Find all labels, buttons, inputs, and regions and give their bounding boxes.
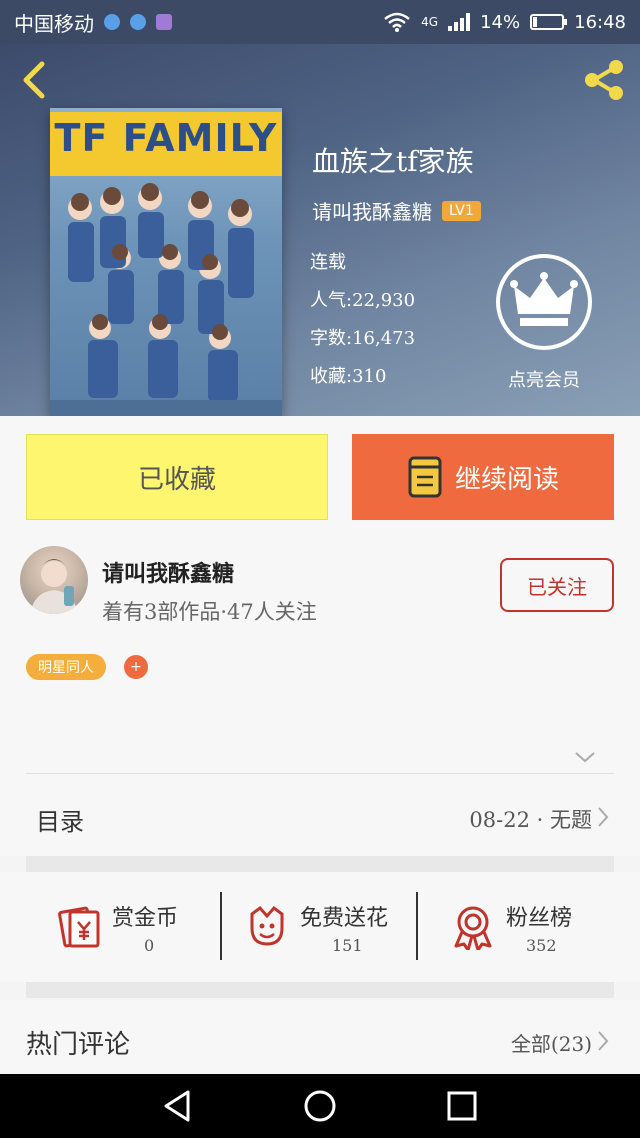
wifi-icon	[384, 12, 410, 32]
battery-icon	[530, 14, 568, 30]
section-gap	[26, 856, 614, 872]
stat-label: 粉丝榜	[506, 906, 573, 931]
reward-coins-stat[interactable]: 赏金币 0	[26, 872, 222, 982]
author-level-badge: LV1	[442, 200, 481, 221]
collected-button-label: 已收藏	[137, 464, 216, 495]
book-word-count: 字数:16,473	[310, 328, 416, 349]
genre-tag[interactable]: 明星同人	[26, 654, 106, 680]
chevron-right-icon	[598, 1031, 609, 1051]
clock: 16:48	[574, 11, 626, 33]
notification-icon	[104, 14, 120, 30]
free-flowers-stat[interactable]: 免费送花 151	[214, 872, 410, 982]
fan-ranking-stat[interactable]: 粉丝榜 352	[420, 872, 616, 982]
all-comments-link[interactable]: 全部(23)	[511, 1028, 592, 1057]
back-icon[interactable]	[14, 58, 54, 102]
section-gap	[26, 982, 614, 998]
red-envelope-icon	[58, 906, 100, 948]
battery-percent: 14%	[480, 11, 521, 33]
continue-reading-button[interactable]: 继续阅读	[352, 434, 614, 520]
catalog-label: 目录	[36, 808, 84, 836]
status-bar: 中国移动 4G 14% 16:48	[0, 0, 640, 44]
gallery-notification-icon	[156, 14, 172, 30]
add-tag-button[interactable]: +	[124, 655, 148, 679]
book-icon	[408, 456, 442, 498]
stat-value: 151	[332, 936, 363, 955]
nav-home-icon[interactable]	[302, 1088, 338, 1124]
chevron-right-icon	[598, 807, 609, 827]
status-right: 4G 14% 16:48	[383, 12, 626, 33]
latest-chapter: 08-22 · 无题	[469, 808, 592, 832]
avatar-image	[30, 559, 78, 614]
shield-notification-icon	[130, 14, 146, 30]
flower-icon	[250, 905, 284, 946]
cover-title: TF FAMILY	[54, 116, 278, 160]
signal-icon	[448, 13, 471, 31]
stat-value: 352	[526, 936, 557, 955]
system-nav-bar	[0, 1074, 640, 1138]
followed-button[interactable]: 已关注	[500, 558, 614, 612]
author-row[interactable]: 请叫我酥鑫糖 LV1	[312, 196, 481, 225]
crown-icon[interactable]	[494, 252, 594, 352]
vip-label[interactable]: 点亮会员	[486, 366, 602, 392]
stat-separator	[416, 892, 418, 960]
chevron-down-icon[interactable]	[574, 750, 596, 764]
stat-value: 0	[144, 936, 155, 955]
author-avatar[interactable]	[20, 546, 88, 614]
author-card-subtitle: 着有3部作品·47人关注	[102, 600, 317, 624]
author-card-name[interactable]: 请叫我酥鑫糖	[102, 556, 234, 588]
cover-illustration	[50, 183, 282, 416]
action-buttons: 已收藏 继续阅读	[0, 416, 640, 526]
book-cover[interactable]: TF FAMILY	[50, 108, 282, 416]
stat-label: 免费送花	[300, 906, 389, 931]
followed-button-label: 已关注	[527, 574, 587, 599]
author-card: 请叫我酥鑫糖 着有3部作品·47人关注 已关注 明星同人 +	[0, 526, 640, 774]
status-left: 中国移动	[14, 8, 172, 37]
book-header: TF FAMILY 血族之tf家族 请叫我酥鑫糖 LV1 连载 人气:22,93…	[0, 44, 640, 416]
book-status: 连载	[310, 252, 346, 273]
book-collections: 收藏:310	[310, 366, 387, 387]
medal-icon	[454, 906, 492, 950]
stat-label: 赏金币	[112, 906, 179, 931]
book-title: 血族之tf家族	[312, 145, 474, 178]
author-name[interactable]: 请叫我酥鑫糖	[312, 196, 432, 225]
stats-row: 赏金币 0 免费送花 151 粉丝榜 352	[0, 872, 640, 982]
nav-recents-icon[interactable]	[444, 1088, 480, 1124]
share-icon[interactable]	[580, 58, 628, 102]
continue-reading-label: 继续阅读	[454, 464, 559, 495]
hot-comments-label: 热门评论	[26, 1030, 131, 1060]
hot-comments-header[interactable]: 热门评论 全部(23)	[0, 1000, 640, 1074]
network-type: 4G	[421, 15, 439, 29]
nav-back-icon[interactable]	[160, 1088, 196, 1124]
catalog-row[interactable]: 目录 08-22 · 无题	[0, 774, 640, 856]
book-popularity: 人气:22,930	[310, 290, 416, 311]
carrier-text: 中国移动	[14, 11, 94, 36]
collected-button[interactable]: 已收藏	[26, 434, 328, 520]
